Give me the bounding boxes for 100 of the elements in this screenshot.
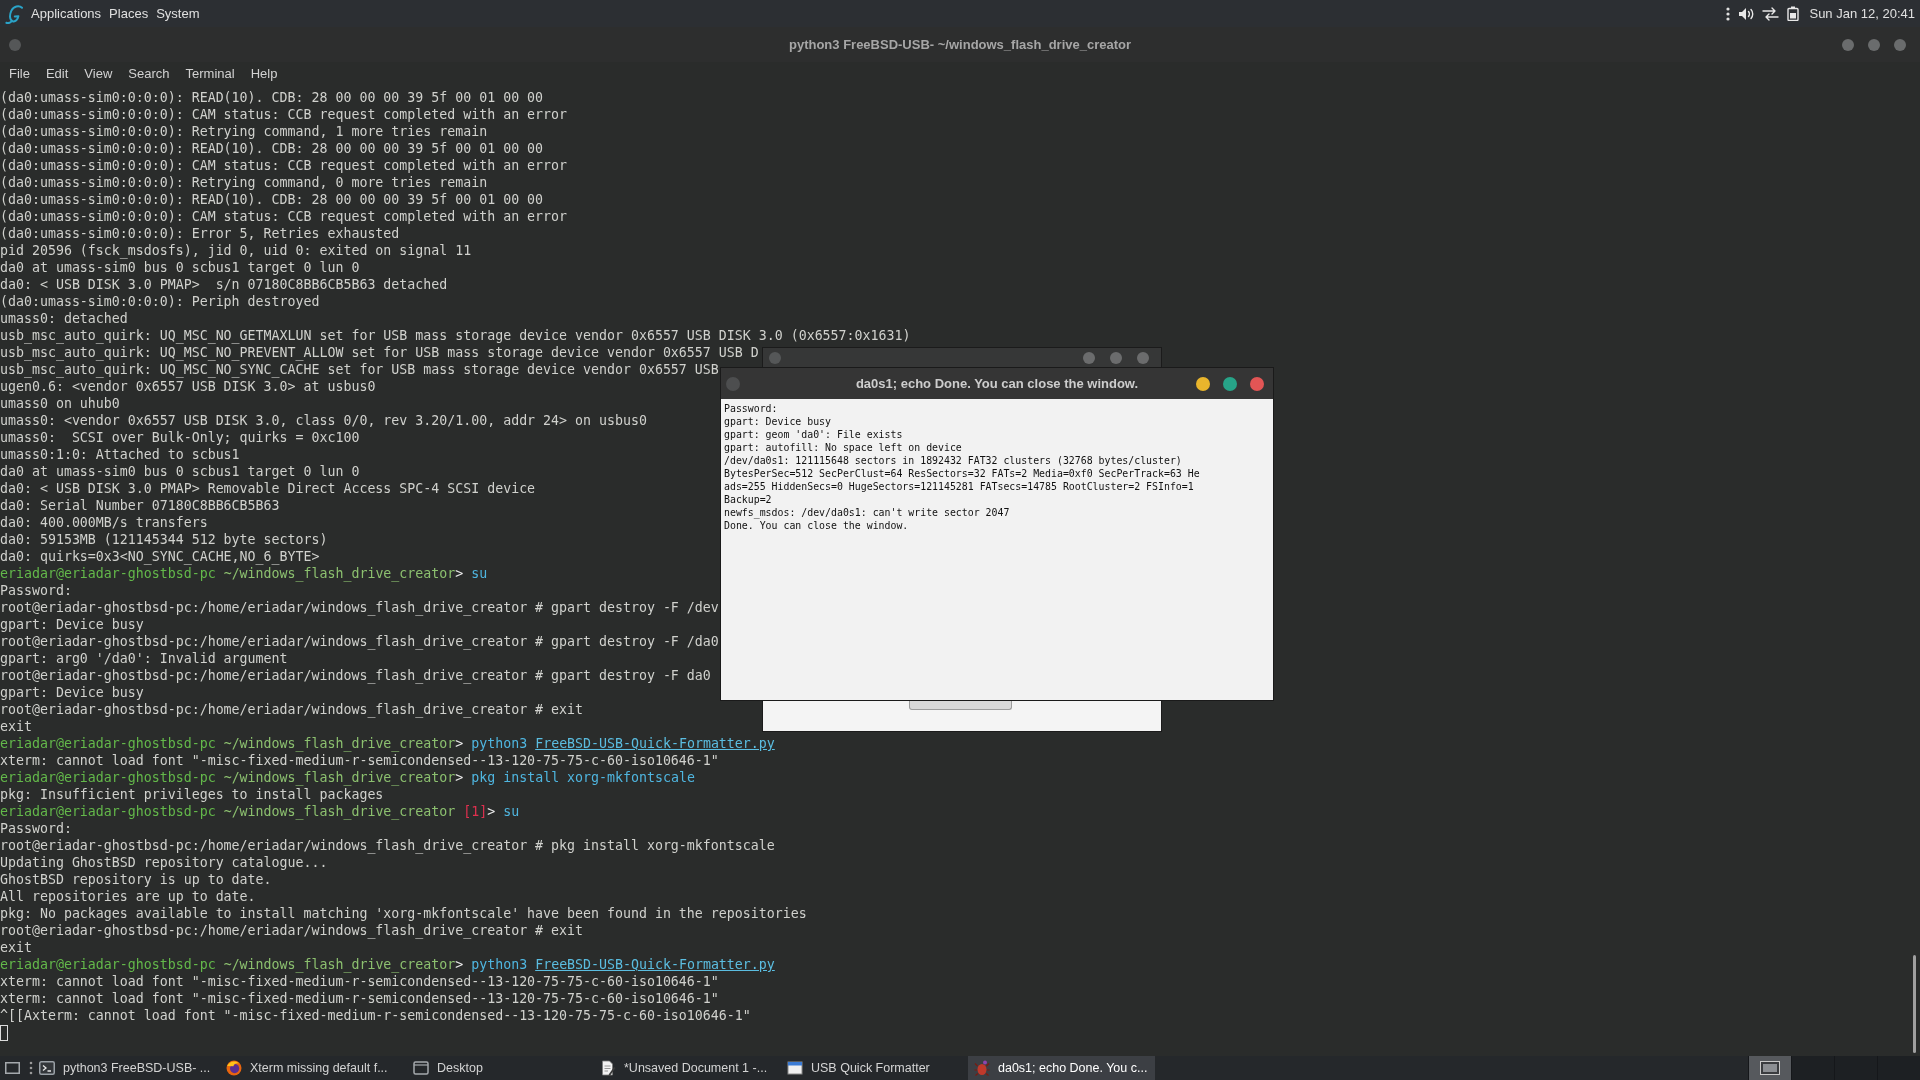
terminal-line: xterm: cannot load font "-misc-fixed-medium-r-semicondensed--13-120-75-75-c-60-iso10646-1" — [0, 990, 719, 1007]
terminal-line: root@eriadar-ghostbsd-pc:/home/eriadar/windows_flash_drive_creator # gpart destroy -F /da0 — [0, 633, 719, 650]
terminal-line: da0: 59153MB (121145344 512 byte sectors) — [0, 531, 328, 548]
terminal-line: umass0:1:0: Attached to scbus1 — [0, 446, 240, 463]
maximize-icon[interactable] — [1223, 376, 1237, 391]
menu-item[interactable]: File — [9, 65, 30, 81]
terminal-line: root@eriadar-ghostbsd-pc:/home/eriadar/windows_flash_drive_creator # gpart destroy -F /dev — [0, 599, 719, 616]
terminal-line: (da0:umass-sim0:0:0:0): CAM status: CCB request completed with an error — [0, 157, 568, 174]
close-icon[interactable] — [1894, 38, 1906, 51]
terminal-line: ^[[Axterm: cannot load font "-misc-fixed-medium-r-semicondensed--13-120-75-75-c-60-iso10646-1" — [0, 1007, 751, 1024]
terminal-line: (da0:umass-sim0:0:0:0): Retrying command, 1 more tries remain — [0, 123, 488, 140]
bug-icon — [974, 1060, 990, 1076]
output-line: /dev/da0s1: 121115648 sectors in 1892432 FAT32 clusters (32768 bytes/cluster) — [724, 454, 1182, 467]
terminal-line: xterm: cannot load font "-misc-fixed-medium-r-semicondensed--13-120-75-75-c-60-iso10646-1" — [0, 973, 719, 990]
maximize-icon[interactable] — [1110, 352, 1122, 364]
terminal-line: (da0:umass-sim0:0:0:0): Retrying command, 0 more tries remain — [0, 174, 488, 191]
window-icon — [787, 1060, 803, 1076]
menu-item[interactable]: Edit — [45, 65, 69, 81]
text-cursor — [0, 1025, 8, 1041]
terminal-line: eriadar@eriadar-ghostbsd-pc ~/windows_flash_drive_creator> python3 FreeBSD-USB-Quick-Formatter.py — [0, 956, 775, 973]
menu-item[interactable]: Search — [128, 65, 170, 81]
terminal-icon — [39, 1060, 55, 1076]
window-thumbnail-icon — [1760, 1061, 1780, 1075]
menu-item[interactable]: Terminal — [185, 65, 235, 81]
terminal-line: xterm: cannot load font "-misc-fixed-medium-r-semicondensed--13-120-75-75-c-60-iso10646-1" — [0, 752, 719, 769]
terminal-line: pkg: No packages available to install matching 'xorg-mkfontscale' have been found in the repositories — [0, 905, 807, 922]
output-line: Backup=2 — [724, 493, 772, 506]
panel-menu[interactable]: System — [156, 6, 200, 21]
taskbar-button[interactable]: *Unsaved Document 1 -... — [594, 1056, 781, 1080]
terminal-line: usb_msc_auto_quirk: UQ_MSC_NO_SYNC_CACHE set for USB mass storage device vendor 0x6557 USB — [0, 361, 719, 378]
terminal-line: gpart: Device busy — [0, 684, 144, 701]
close-icon[interactable] — [1137, 352, 1149, 364]
terminal-line: GhostBSD repository is up to date. — [0, 871, 272, 888]
close-icon[interactable] — [1250, 376, 1264, 391]
terminal-line: da0: Serial Number 07180C8BB6CB5B63 — [0, 497, 280, 514]
taskbar-button[interactable]: Desktop — [407, 1056, 594, 1080]
terminal-line: da0: 400.000MB/s transfers — [0, 514, 208, 531]
output-line: gpart: autofill: No space left on device — [724, 441, 962, 454]
panel-menu[interactable]: Applications — [31, 6, 102, 21]
battery-icon[interactable] — [1787, 6, 1800, 21]
terminal-line: umass0: <vendor 0x6557 USB DISK 3.0, class 0/0, rev 3.20/1.00, addr 24> on usbus0 — [0, 412, 647, 429]
window-title: python3 FreeBSD-USB- ~/windows_flash_drive_creator — [788, 37, 1132, 52]
terminal-line: da0 at umass-sim0 bus 0 scbus1 target 0 lun 0 — [0, 463, 360, 480]
terminal-line: pkg: Insufficient privileges to install packages — [0, 786, 384, 803]
menu-item[interactable]: Help — [250, 65, 278, 81]
desktop-icon — [413, 1060, 429, 1076]
window-menu-icon[interactable] — [9, 38, 21, 51]
terminal-line: eriadar@eriadar-ghostbsd-pc ~/windows_flash_drive_creator> su — [0, 565, 488, 582]
dialog-button[interactable] — [909, 701, 1012, 710]
taskbar-button[interactable]: python3 FreeBSD-USB- ... — [33, 1056, 220, 1080]
browser-icon — [226, 1060, 242, 1076]
sync-arrows-icon[interactable] — [1762, 6, 1780, 21]
taskbar-button[interactable]: da0s1; echo Done. You c... — [968, 1056, 1155, 1080]
taskbar-button[interactable]: USB Quick Formatter — [781, 1056, 968, 1080]
terminal-line: root@eriadar-ghostbsd-pc:/home/eriadar/windows_flash_drive_creator # exit — [0, 922, 584, 939]
output-line: Done. You can close the window. — [724, 519, 909, 532]
terminal-line: da0: quirks=0x3<NO_SYNC_CACHE,NO_6_BYTE> — [0, 548, 320, 565]
output-line: BytesPerSec=512 SecPerClust=64 ResSectors=32 FATs=2 Media=0xf0 SecPerTrack=63 He — [724, 467, 1200, 480]
terminal-line: usb_msc_auto_quirk: UQ_MSC_NO_PREVENT_ALLOW set for USB mass storage device vendor 0x6557 USB D — [0, 344, 759, 361]
terminal-line: (da0:umass-sim0:0:0:0): CAM status: CCB request completed with an error — [0, 208, 568, 225]
terminal-line: eriadar@eriadar-ghostbsd-pc ~/windows_flash_drive_creator [1]> su — [0, 803, 520, 820]
volume-icon[interactable] — [1738, 6, 1755, 21]
taskbar-button[interactable]: Xterm missing default f... — [220, 1056, 407, 1080]
output-line: ads=255 HiddenSecs=0 HugeSectors=121145281 FATsecs=14785 RootCluster=2 FSInfo=1 — [724, 480, 1194, 493]
terminal-line: pid 20596 (fsck_msdosfs), jid 0, uid 0: exited on signal 11 — [0, 242, 472, 259]
terminal-line: da0: < USB DISK 3.0 PMAP> s/n 07180C8BB6CB5B63 detached — [0, 276, 448, 293]
terminal-line: eriadar@eriadar-ghostbsd-pc ~/windows_flash_drive_creator> pkg install xorg-mkfontscale — [0, 769, 695, 786]
window-menu-icon[interactable] — [726, 376, 740, 391]
window-menu-icon[interactable] — [769, 352, 781, 364]
terminal-line: da0 at umass-sim0 bus 0 scbus1 target 0 lun 0 — [0, 259, 360, 276]
workspace-button[interactable] — [1748, 1056, 1791, 1080]
terminal-line: (da0:umass-sim0:0:0:0): Periph destroyed — [0, 293, 320, 310]
terminal-line: exit — [0, 939, 32, 956]
output-line: Password: — [724, 402, 778, 415]
drag-handle-icon — [1726, 6, 1731, 21]
scrollbar-thumb[interactable] — [1913, 955, 1916, 1053]
terminal-line: (da0:umass-sim0:0:0:0): READ(10). CDB: 28 00 00 00 39 5f 00 01 00 00 — [0, 191, 544, 208]
output-line: gpart: Device busy — [724, 415, 831, 428]
terminal-line: ugen0.6: <vendor 0x6557 USB DISK 3.0> at usbus0 — [0, 378, 376, 395]
terminal-line: All repositories are up to date. — [0, 888, 256, 905]
menu-item[interactable]: View — [84, 65, 113, 81]
minimize-icon[interactable] — [1196, 376, 1210, 391]
output-line: newfs_msdos: /dev/da0s1: can't write sector 2047 — [724, 506, 1010, 519]
maximize-icon[interactable] — [1868, 38, 1880, 51]
window-title: da0s1; echo Done. You can close the window. — [855, 376, 1139, 391]
terminal-line: Password: — [0, 820, 72, 837]
swirl-logo-icon[interactable] — [5, 3, 23, 24]
terminal-line: eriadar@eriadar-ghostbsd-pc ~/windows_flash_drive_creator> python3 FreeBSD-USB-Quick-Formatter.py — [0, 735, 775, 752]
clock[interactable]: Sun Jan 12, 20:41 — [1809, 6, 1915, 21]
panel-menu[interactable]: Places — [109, 6, 149, 21]
terminal-line: (da0:umass-sim0:0:0:0): CAM status: CCB request completed with an error — [0, 106, 568, 123]
terminal-line: (da0:umass-sim0:0:0:0): READ(10). CDB: 28 00 00 00 39 5f 00 01 00 00 — [0, 140, 544, 157]
terminal-line: umass0: detached — [0, 310, 128, 327]
terminal-line: da0: < USB DISK 3.0 PMAP> Removable Direct Access SPC-4 SCSI device — [0, 480, 536, 497]
show-desktop-icon[interactable] — [5, 1061, 20, 1075]
terminal-line: root@eriadar-ghostbsd-pc:/home/eriadar/windows_flash_drive_creator # gpart destroy -F da0 — [0, 667, 711, 684]
terminal-line: (da0:umass-sim0:0:0:0): Error 5, Retries exhausted — [0, 225, 400, 242]
terminal-line: gpart: arg0 '/da0': Invalid argument — [0, 650, 288, 667]
terminal-line: root@eriadar-ghostbsd-pc:/home/eriadar/windows_flash_drive_creator # exit — [0, 701, 584, 718]
terminal-line: umass0 on uhub0 — [0, 395, 120, 412]
